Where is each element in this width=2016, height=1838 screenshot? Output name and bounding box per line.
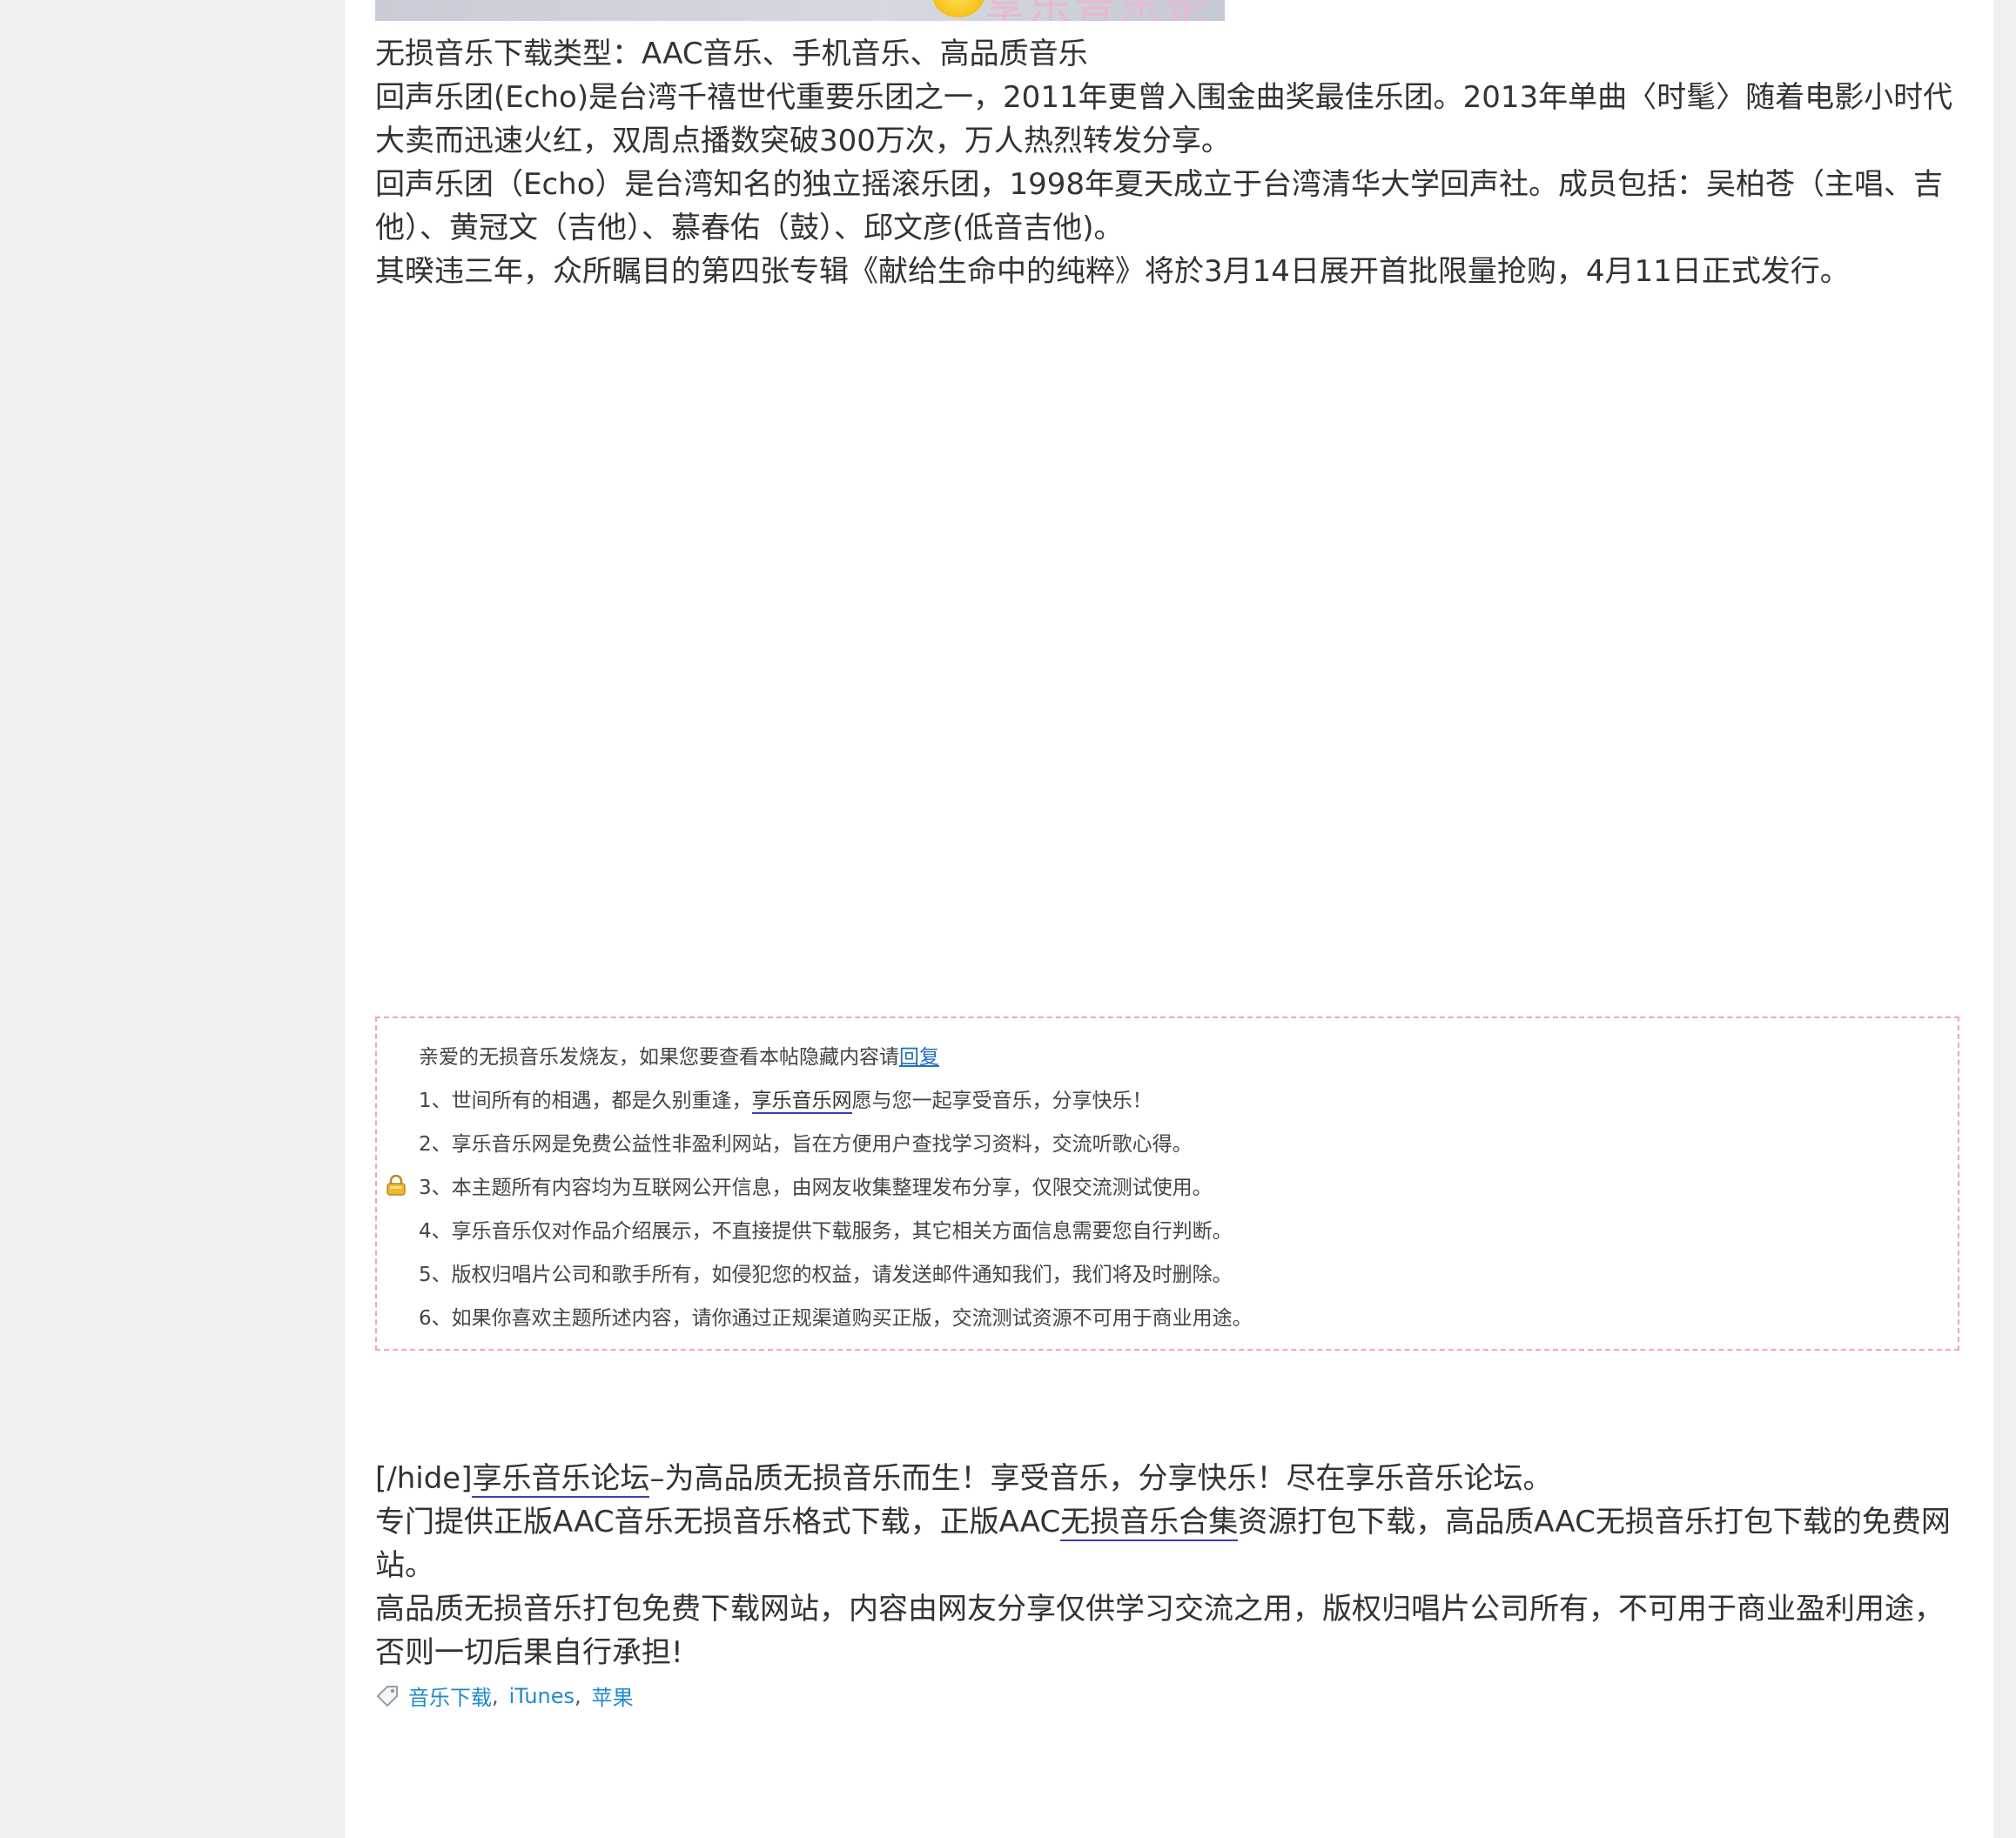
paragraph-band-intro: 回声乐团(Echo)是台湾千禧世代重要乐团之一，2011年更曾入围金曲奖最佳乐团…: [375, 80, 1953, 158]
paragraph-band-members: 回声乐团（Echo）是台湾知名的独立摇滚乐团，1998年夏天成立于台湾清华大学回…: [375, 167, 1944, 245]
footer-paragraph-2: 专门提供正版AAC音乐无损音乐格式下载，正版AAC无损音乐合集资源打包下载，高品…: [375, 1505, 1951, 1583]
paragraph-album-release: 其暌违三年，众所瞩目的第四张专辑《献给生命中的纯粹》将於3月14日展开首批限量抢…: [375, 254, 1850, 289]
article-body: 无损音乐下载类型：AAC音乐、手机音乐、高品质音乐 回声乐团(Echo)是台湾千…: [375, 32, 1968, 293]
hidebox-line-3: 3、本主题所有内容均为互联网公开信息，由网友收集整理发布分享，仅限交流测试使用。: [419, 1177, 1213, 1199]
lossless-collection-link[interactable]: 无损音乐合集: [1060, 1505, 1239, 1541]
banner-logo-text: 享乐音乐论坛: [984, 0, 1225, 21]
tag-itunes[interactable]: iTunes: [509, 1684, 575, 1708]
footer-paragraph-3: 高品质无损音乐打包免费下载网站，内容由网友分享仅供学习交流之用，版权归唱片公司所…: [375, 1592, 1944, 1670]
reply-link[interactable]: 回复: [899, 1046, 939, 1069]
tag-apple[interactable]: 苹果: [592, 1680, 634, 1711]
hidebox-line-6: 6、如果你喜欢主题所述内容，请你通过正规渠道购买正版，交流测试资源不可用于商业用…: [419, 1307, 1253, 1330]
forum-banner-image: 享乐音乐论坛: [375, 0, 1225, 21]
forum-link[interactable]: 享乐音乐论坛: [472, 1461, 650, 1498]
tag-icon: [376, 1685, 398, 1707]
footer-text: [/hide]享乐音乐论坛–为高品质无损音乐而生！享受音乐，分享快乐！尽在享乐音…: [375, 1457, 1968, 1674]
hidebox-line-2: 2、享乐音乐网是免费公益性非盈利网站，旨在方便用户查找学习资料，交流听歌心得。: [419, 1133, 1193, 1156]
footer-paragraph-1: [/hide]享乐音乐论坛–为高品质无损音乐而生！享受音乐，分享快乐！尽在享乐音…: [375, 1461, 1553, 1498]
smiley-emoji-icon: [932, 0, 984, 17]
post-tags: 音乐下载, iTunes, 苹果: [375, 1680, 634, 1711]
hidden-content-box: 亲爱的无损音乐发烧友，如果您要查看本帖隐藏内容请回复 1、世间所有的相遇，都是久…: [375, 1016, 1959, 1351]
post-content-area: 享乐音乐论坛 无损音乐下载类型：AAC音乐、手机音乐、高品质音乐 回声乐团(Ec…: [345, 0, 1993, 1838]
xiangle-music-site-link[interactable]: 享乐音乐网: [751, 1090, 852, 1114]
hidebox-line-1: 1、世间所有的相遇，都是久别重逢，享乐音乐网愿与您一起享受音乐，分享快乐！: [419, 1090, 1152, 1114]
tag-music-download[interactable]: 音乐下载: [408, 1680, 492, 1711]
paragraph-download-types: 无损音乐下载类型：AAC音乐、手机音乐、高品质音乐: [375, 37, 1088, 71]
hidebox-intro: 亲爱的无损音乐发烧友，如果您要查看本帖隐藏内容请回复: [419, 1046, 939, 1069]
hidebox-line-5: 5、版权归唱片公司和歌手所有，如侵犯您的权益，请发送邮件通知我们，我们将及时删除…: [419, 1264, 1233, 1286]
hidebox-line-4: 4、享乐音乐仅对作品介绍展示，不直接提供下载服务，其它相关方面信息需要您自行判断…: [419, 1220, 1233, 1243]
lock-icon: [386, 1175, 406, 1196]
